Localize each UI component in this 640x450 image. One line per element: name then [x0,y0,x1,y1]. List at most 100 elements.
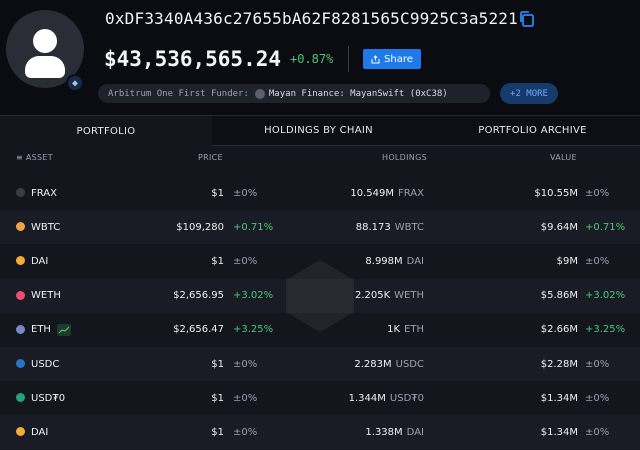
price-change: +0.71% [233,221,274,233]
ethereum-icon: ◆ [66,74,84,92]
holdings-unit: ETH [404,324,424,336]
wallet-address: 0xDF3340A436c27655bA62F8281565C9925C3a52… [105,9,518,28]
asset-symbol: USD₮0 [31,392,66,404]
tab-holdings-by-chain[interactable]: HOLDINGS BY CHAIN [212,116,425,146]
asset-value: $2.28M [540,358,578,370]
value-change: ±0% [585,426,610,438]
column-price[interactable]: PRICE [198,153,223,162]
asset-symbol: WBTC [31,221,61,233]
wbtc-icon [16,222,25,232]
asset-value: $9.64M [540,221,578,233]
asset-value: $9M [556,255,578,267]
value-change: ±0% [585,392,610,404]
holdings-unit: USD₮0 [389,392,424,404]
dai-icon [16,256,25,266]
holdings-unit: DAI [406,426,424,438]
funder-entity[interactable]: Mayan Finance: MayanSwift (0xC38) [269,89,448,99]
tab-bar: PORTFOLIO HOLDINGS BY CHAIN PORTFOLIO AR… [0,116,640,146]
price-change: +3.02% [233,290,274,302]
table-row[interactable]: WBTC $109,280 +0.71% 88.173 WBTC $9.64M +0.71% [0,210,640,245]
asset-value: $5.86M [540,290,578,302]
value-change: ±0% [585,255,610,267]
asset-holdings: 8.998M DAI [365,244,424,278]
holdings-unit: DAI [406,255,424,267]
divider [348,46,349,72]
asset-symbol: WETH [31,290,61,302]
table-row[interactable]: FRAX $1 ±0% 10.549M FRAX $10.55M ±0% [0,176,640,210]
eth-icon [16,324,25,334]
holdings-amount: 10.549M [350,187,394,199]
asset-price: $1 [211,187,224,199]
share-icon [371,54,380,63]
column-asset[interactable]: ≡ ASSET [16,153,53,162]
asset-price: $109,280 [176,221,224,233]
holdings-amount: 2.205K [354,290,391,302]
asset-symbol: DAI [31,426,49,438]
asset-holdings: 2.283M USDC [354,347,424,381]
holdings-amount: 1.344M [348,392,386,404]
funder-prefix: Arbitrum One First Funder: [108,88,249,99]
value-change: ±0% [585,358,610,370]
asset-price: $1 [211,392,224,404]
holdings-amount: 88.173 [355,221,391,233]
holdings-amount: 1.338M [365,426,403,438]
balance-change: +0.87% [290,52,334,66]
avatar-body [25,56,65,78]
holdings-amount: 2.283M [354,358,392,370]
price-change: ±0% [233,187,258,199]
asset-symbol: USDC [31,358,60,370]
asset-value: $1.34M [540,392,578,404]
share-button[interactable]: Share [363,49,421,69]
first-funder-pill[interactable]: Arbitrum One First Funder: Mayan Finance… [98,84,490,103]
portfolio-balance: $43,536,565.24 [104,47,282,71]
asset-symbol: FRAX [31,187,57,199]
price-change: ±0% [233,392,258,404]
weth-icon [16,290,25,300]
column-value[interactable]: VALUE [550,153,577,162]
sort-icon: ≡ [16,153,26,162]
asset-price: $1 [211,358,224,370]
value-change: +0.71% [585,221,626,233]
holdings-amount: 1K [387,324,401,336]
asset-symbol: ETH [31,324,51,336]
holdings-unit: WBTC [394,221,424,233]
frax-icon [16,188,25,197]
value-change: ±0% [585,187,610,199]
price-change: ±0% [233,426,258,438]
tab-portfolio-archive[interactable]: PORTFOLIO ARCHIVE [425,116,640,146]
asset-holdings: 1K ETH [387,313,424,347]
column-asset-label: ASSET [25,153,53,162]
chart-icon[interactable] [57,323,71,336]
portfolio-panel: PORTFOLIO HOLDINGS BY CHAIN PORTFOLIO AR… [0,115,640,450]
asset-symbol: DAI [31,255,49,267]
dai-icon [16,427,25,437]
usdc-icon [16,359,25,368]
copy-icon[interactable] [518,10,536,28]
holdings-unit: WETH [394,290,424,302]
asset-price: $2,656.95 [173,290,224,302]
value-change: +3.25% [585,324,626,336]
asset-holdings: 2.205K WETH [355,279,424,313]
asset-price: $1 [211,255,224,267]
asset-price: $2,656.47 [173,324,224,336]
asset-value: $10.55M [534,187,578,199]
asset-value: $2.66M [540,324,578,336]
price-change: ±0% [233,358,258,370]
value-change: +3.02% [585,290,626,302]
more-funders-button[interactable]: +2 MORE [500,83,558,104]
watermark-logo [286,260,354,332]
asset-holdings: 1.338M DAI [365,415,424,449]
holdings-amount: 8.998M [365,255,403,267]
table-row[interactable]: USDC $1 ±0% 2.283M USDC $2.28M ±0% [0,347,640,381]
holdings-unit: FRAX [398,187,424,199]
asset-holdings: 1.344M USD₮0 [349,381,424,415]
table-row[interactable]: USD₮0 $1 ±0% 1.344M USD₮0 $1.34M ±0% [0,381,640,415]
price-change: ±0% [233,255,258,267]
tab-portfolio[interactable]: PORTFOLIO [0,116,212,146]
avatar-head [33,29,57,53]
asset-holdings: 10.549M FRAX [350,176,424,210]
table-row[interactable]: DAI $1 ±0% 1.338M DAI $1.34M ±0% [0,415,640,450]
column-holdings[interactable]: HOLDINGS [382,153,427,162]
price-change: +3.25% [233,324,274,336]
asset-holdings: 88.173 WBTC [356,210,424,244]
